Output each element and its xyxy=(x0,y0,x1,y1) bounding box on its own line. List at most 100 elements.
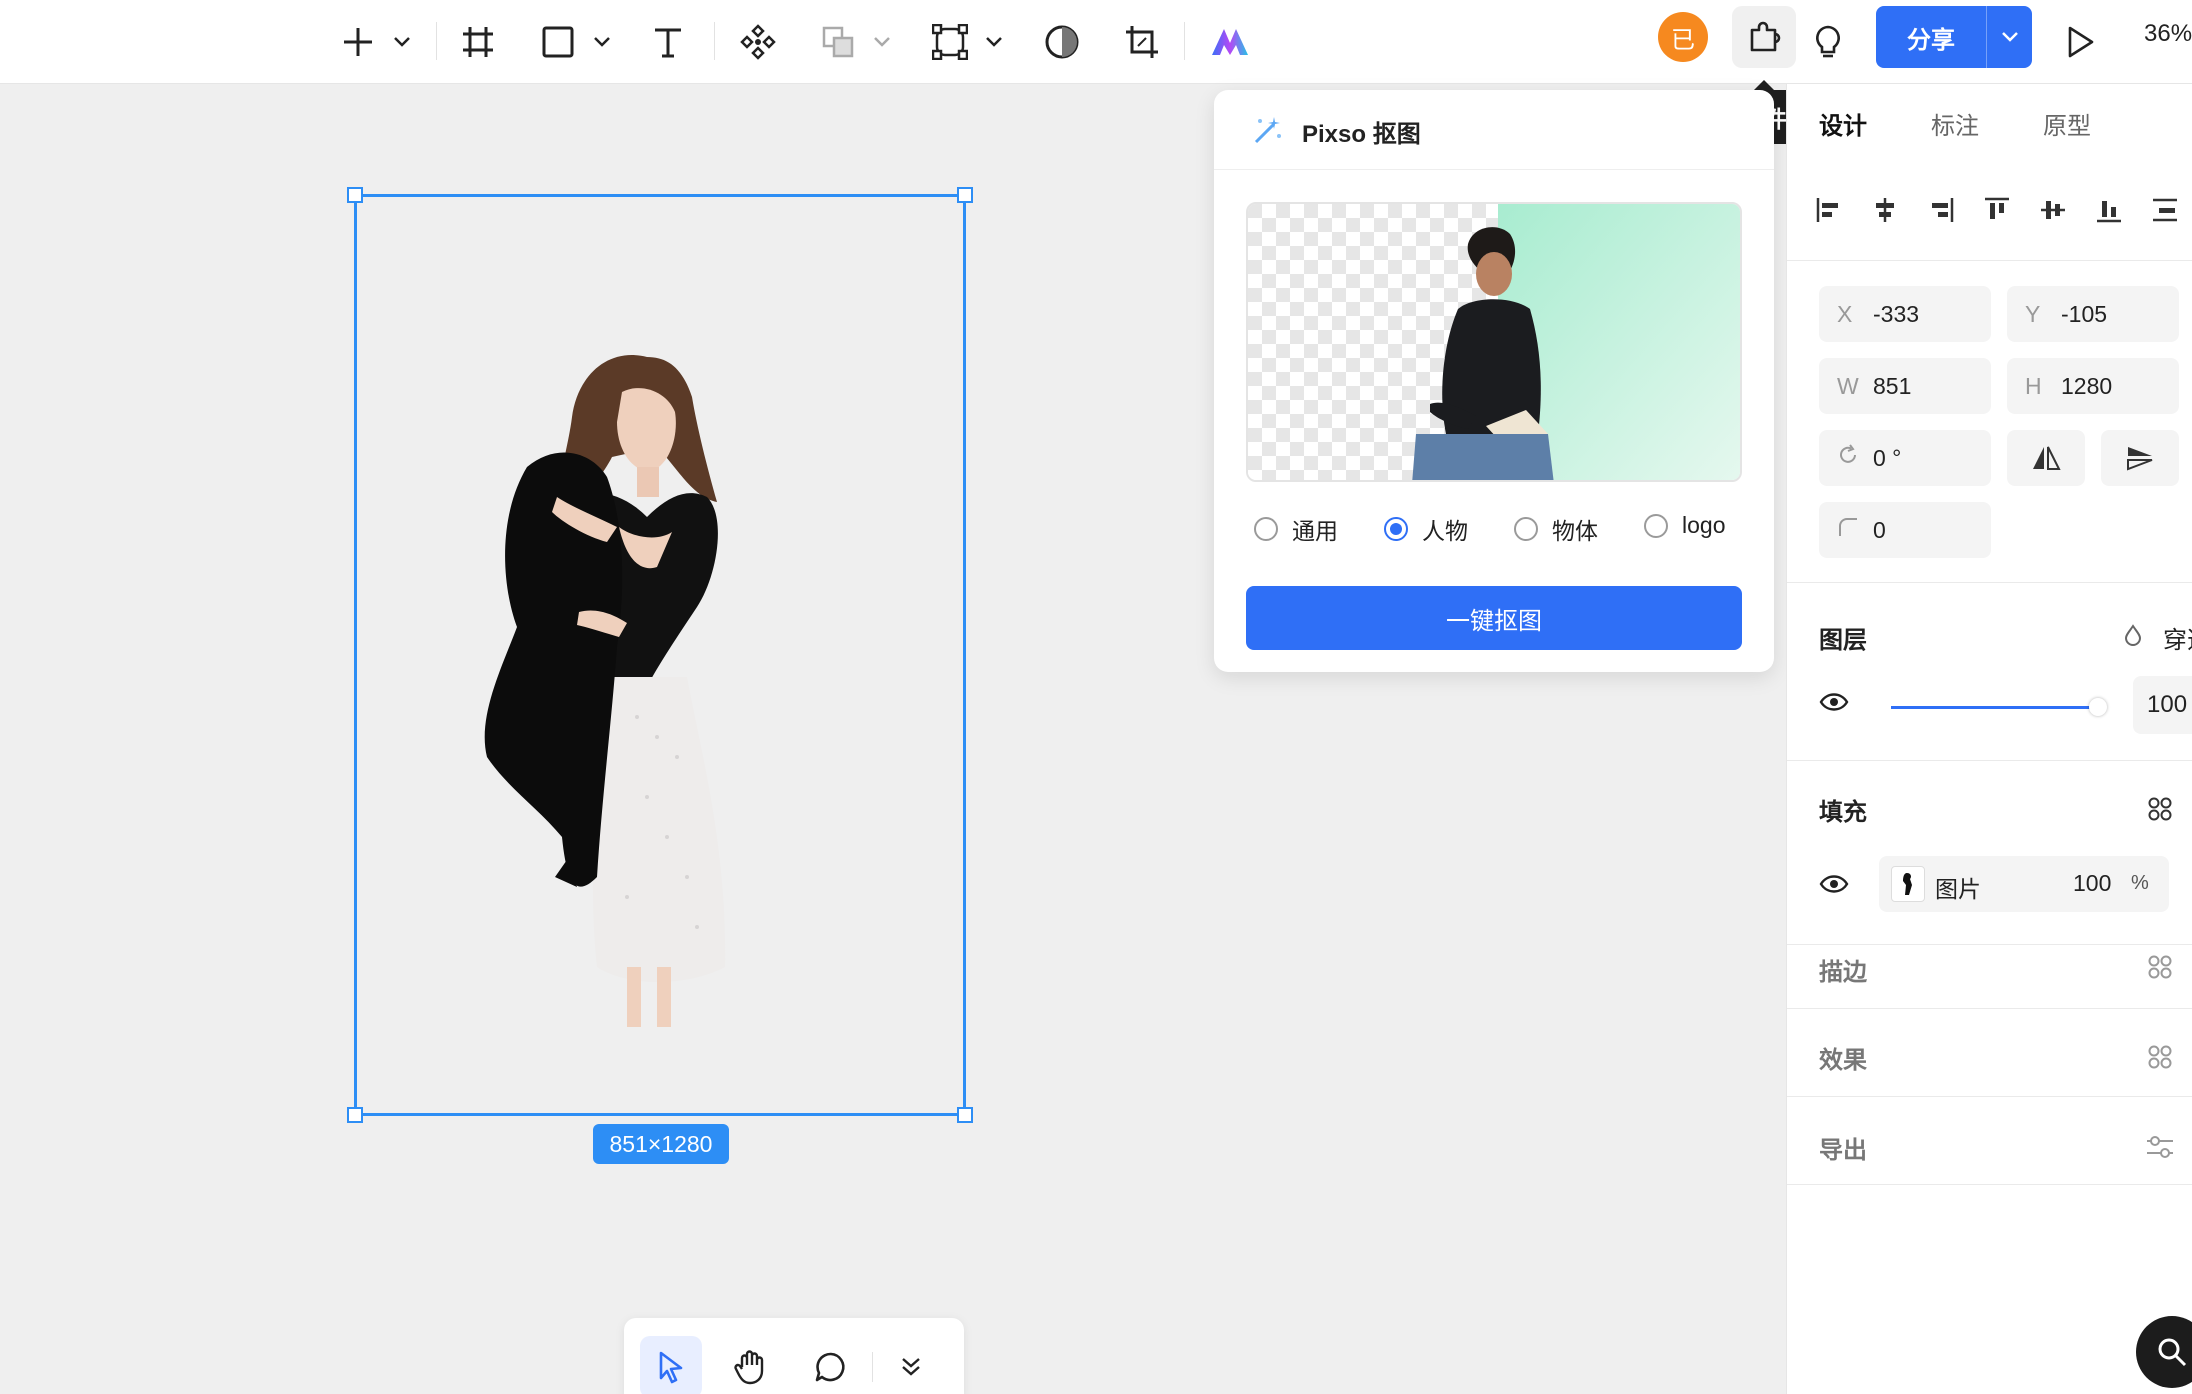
option-general[interactable]: 通用 xyxy=(1254,512,1338,546)
zoom-level[interactable]: 36% xyxy=(2144,20,2192,48)
crop-icon[interactable] xyxy=(1114,14,1170,70)
radio-logo[interactable] xyxy=(1644,513,1668,538)
bottom-toolbar xyxy=(624,1318,964,1394)
y-label: Y xyxy=(2025,300,2041,327)
flip-horizontal-icon[interactable] xyxy=(2007,430,2085,486)
right-properties-panel: 设计 标注 原型 X -333 Y -105 W 851 H 1280 0 ° … xyxy=(1786,84,2192,1394)
style-grid-icon[interactable] xyxy=(2147,954,2173,985)
option-object[interactable]: 物体 xyxy=(1514,512,1598,546)
distribute-icon[interactable] xyxy=(2147,192,2183,228)
align-h-center-icon[interactable] xyxy=(1867,192,1903,228)
h-label: H xyxy=(2025,372,2042,399)
fill-item[interactable]: 图片 100 % xyxy=(1879,856,2169,912)
align-top-icon[interactable] xyxy=(1979,192,2015,228)
share-button[interactable]: 分享 xyxy=(1876,6,2032,68)
y-value: -105 xyxy=(2061,300,2108,327)
chevron-down-icon[interactable] xyxy=(386,26,418,58)
one-click-cutout-button[interactable]: 一键抠图 xyxy=(1246,586,1742,650)
align-bottom-icon[interactable] xyxy=(2091,192,2127,228)
settings-sliders-icon[interactable] xyxy=(2145,1134,2175,1165)
eye-icon[interactable] xyxy=(1819,692,1849,717)
chevron-down-icon[interactable] xyxy=(1987,31,2032,43)
style-grid-icon[interactable] xyxy=(2147,796,2173,827)
vector-network-icon[interactable] xyxy=(922,14,978,70)
lightbulb-icon[interactable] xyxy=(1800,14,1856,70)
pointer-icon xyxy=(659,1351,683,1384)
move-tool-button[interactable] xyxy=(640,1336,702,1394)
y-field[interactable]: Y -105 xyxy=(2007,286,2179,342)
x-value: -333 xyxy=(1873,300,1920,327)
plugin-button[interactable] xyxy=(1732,6,1796,68)
cutout-preview-image xyxy=(1248,204,1740,480)
resize-handle[interactable] xyxy=(347,1107,363,1123)
option-general-label: 通用 xyxy=(1292,518,1338,544)
divider xyxy=(1787,260,2192,261)
export-section-title: 导出 xyxy=(1819,1137,1867,1164)
mask-icon[interactable] xyxy=(1034,14,1090,70)
effect-section-title: 效果 xyxy=(1819,1047,1867,1074)
search-icon xyxy=(2158,1338,2187,1367)
comment-tool-button[interactable] xyxy=(800,1336,862,1394)
height-field[interactable]: H 1280 xyxy=(2007,358,2179,414)
flip-vertical-icon[interactable] xyxy=(2101,430,2179,486)
more-tools-button[interactable] xyxy=(880,1336,942,1394)
width-field[interactable]: W 851 xyxy=(1819,358,1991,414)
layer-opacity-input[interactable]: 100 xyxy=(2133,676,2192,734)
radio-person[interactable] xyxy=(1384,517,1408,541)
h-value: 1280 xyxy=(2061,372,2113,399)
component-icon[interactable] xyxy=(730,14,786,70)
option-logo-label: logo xyxy=(1682,512,1726,538)
share-label: 分享 xyxy=(1907,26,1955,54)
play-icon[interactable] xyxy=(2052,14,2108,70)
opacity-slider-track[interactable] xyxy=(1891,706,2097,709)
option-object-label: 物体 xyxy=(1552,518,1598,544)
align-left-icon[interactable] xyxy=(1811,192,1847,228)
blend-mode-icon[interactable] xyxy=(2123,624,2143,651)
option-logo[interactable]: logo xyxy=(1644,512,1725,539)
chevron-down-icon[interactable] xyxy=(586,26,618,58)
plus-icon[interactable] xyxy=(330,14,386,70)
divider xyxy=(1787,1184,2192,1185)
selected-image-frame[interactable] xyxy=(347,187,973,1123)
magic-wand-icon xyxy=(1254,117,1281,144)
user-avatar[interactable]: 已 xyxy=(1658,12,1708,62)
corner-radius-field[interactable]: 0 xyxy=(1819,502,1991,558)
corner-radius-icon xyxy=(1837,516,1857,544)
chevron-down-icon[interactable] xyxy=(978,26,1010,58)
resize-handle[interactable] xyxy=(347,187,363,203)
x-label: X xyxy=(1837,300,1853,327)
style-grid-icon[interactable] xyxy=(2147,1044,2173,1075)
radio-object[interactable] xyxy=(1514,517,1538,541)
hand-tool-button[interactable] xyxy=(720,1336,782,1394)
boolean-icon[interactable] xyxy=(810,14,866,70)
ai-logo-icon[interactable] xyxy=(1202,14,1258,70)
w-label: W xyxy=(1837,372,1859,399)
blend-mode-value[interactable]: 穿透 xyxy=(2163,620,2192,655)
tab-prototype[interactable]: 原型 xyxy=(2043,106,2091,141)
stroke-section-title: 描边 xyxy=(1819,959,1867,986)
option-person[interactable]: 人物 xyxy=(1384,512,1468,546)
resize-handle[interactable] xyxy=(957,187,973,203)
divider xyxy=(1787,582,2192,583)
align-v-center-icon[interactable] xyxy=(2035,192,2071,228)
chevron-down-icon[interactable] xyxy=(866,26,898,58)
tab-design[interactable]: 设计 xyxy=(1819,106,1867,141)
frame-icon[interactable] xyxy=(450,14,506,70)
fill-image-thumbnail[interactable] xyxy=(1891,866,1925,902)
tab-annotate[interactable]: 标注 xyxy=(1931,106,1979,141)
top-toolbar: 已 分享 36% xyxy=(0,0,2192,84)
rectangle-icon[interactable] xyxy=(530,14,586,70)
resize-handle[interactable] xyxy=(957,1107,973,1123)
rotation-field[interactable]: 0 ° xyxy=(1819,430,1991,486)
opacity-slider-handle[interactable] xyxy=(2089,698,2107,716)
divider xyxy=(1787,1008,2192,1009)
radio-general[interactable] xyxy=(1254,517,1278,541)
eye-icon[interactable] xyxy=(1819,874,1849,899)
woman-cutout-image xyxy=(484,355,726,1027)
double-chevron-down-icon xyxy=(902,1358,920,1376)
toolbar-divider xyxy=(436,22,437,60)
x-field[interactable]: X -333 xyxy=(1819,286,1991,342)
text-icon[interactable] xyxy=(640,14,696,70)
fill-opacity[interactable]: 100 xyxy=(2073,870,2111,897)
align-right-icon[interactable] xyxy=(1923,192,1959,228)
